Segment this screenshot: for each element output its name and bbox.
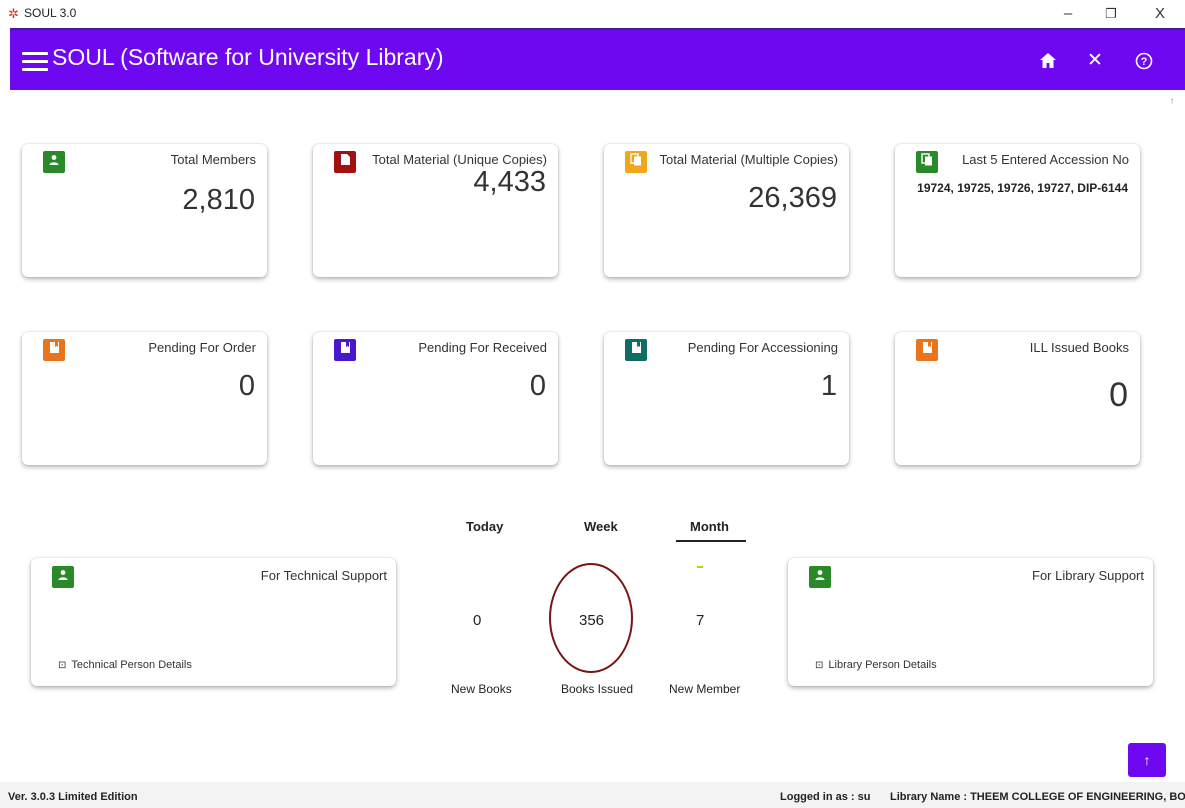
app-title: SOUL (Software for University Library) [52, 44, 444, 70]
logged-in-user: Logged in as : su [780, 791, 871, 803]
card-last-accession[interactable]: Last 5 Entered Accession No 19724, 19725… [895, 144, 1140, 277]
card-pending-accessioning[interactable]: Pending For Accessioning 1 [604, 332, 849, 465]
new-books-count: 0 [473, 612, 482, 629]
card-value: 0 [238, 370, 255, 402]
minimize-button[interactable]: – [1050, 2, 1086, 26]
card-label: Pending For Order [148, 340, 256, 355]
library-person-details-link[interactable]: ⊡ Library Person Details [815, 659, 937, 671]
card-pending-order[interactable]: Pending For Order 0 [22, 332, 267, 465]
card-total-members[interactable]: Total Members 2,810 [22, 144, 267, 277]
book-icon [334, 339, 356, 361]
home-icon[interactable] [1034, 47, 1062, 75]
status-bar: Ver. 3.0.3 Limited Edition Logged in as … [0, 782, 1185, 808]
window-titlebar: ✲ SOUL 3.0 – ❐ X [0, 0, 1185, 28]
member-icon [809, 566, 831, 588]
close-icon[interactable]: ✕ [1081, 47, 1109, 75]
svg-text:?: ? [1141, 56, 1148, 68]
book-icon [625, 339, 647, 361]
tab-today[interactable]: Today [466, 519, 503, 534]
card-total-material-unique[interactable]: Total Material (Unique Copies) 4,433 [313, 144, 558, 277]
card-value: 0 [529, 370, 546, 402]
card-ill-issued[interactable]: ILL Issued Books 0 [895, 332, 1140, 465]
app-header: SOUL (Software for University Library) ✕… [10, 28, 1185, 90]
new-member-label: New Member [669, 682, 741, 696]
details-icon: ⊡ [58, 660, 67, 671]
restore-button[interactable]: ❐ [1093, 2, 1129, 26]
help-icon[interactable]: ? [1130, 47, 1158, 75]
active-tab-indicator [676, 540, 746, 542]
card-total-material-multiple[interactable]: Total Material (Multiple Copies) 26,369 [604, 144, 849, 277]
tab-week[interactable]: Week [584, 519, 618, 534]
member-icon [52, 566, 74, 588]
card-label: Pending For Received [418, 340, 547, 355]
window-title: SOUL 3.0 [24, 6, 77, 20]
technical-person-details-link[interactable]: ⊡ Technical Person Details [58, 659, 192, 671]
support-label: For Technical Support [260, 568, 387, 583]
new-books-label: New Books [451, 682, 512, 696]
menu-icon[interactable] [22, 52, 48, 71]
card-label: Total Material (Unique Copies) [372, 152, 547, 167]
app-logo-icon: ✲ [8, 6, 19, 21]
card-value: 2,810 [182, 184, 255, 216]
details-icon: ⊡ [815, 660, 824, 671]
book-icon [916, 339, 938, 361]
month-indicator [697, 566, 703, 568]
member-icon [43, 151, 65, 173]
card-value: 0 [1109, 376, 1128, 414]
card-label: ILL Issued Books [1029, 340, 1129, 355]
books-issued-count: 356 [579, 612, 605, 629]
scroll-up-icon[interactable]: ↑ [1166, 96, 1178, 108]
new-member-count: 7 [696, 612, 705, 629]
card-label: Last 5 Entered Accession No [962, 152, 1129, 167]
copies-icon [625, 151, 647, 173]
copies-icon [916, 151, 938, 173]
card-label: Pending For Accessioning [687, 340, 838, 355]
card-label: Total Members [170, 152, 256, 167]
technical-support-card: For Technical Support ⊡ Technical Person … [31, 558, 396, 686]
library-support-card: For Library Support ⊡ Library Person Deta… [788, 558, 1153, 686]
card-pending-received[interactable]: Pending For Received 0 [313, 332, 558, 465]
card-value: 26,369 [748, 182, 837, 214]
close-window-button[interactable]: X [1142, 2, 1178, 26]
version-text: Ver. 3.0.3 Limited Edition [8, 791, 138, 803]
book-icon [43, 339, 65, 361]
card-label: Total Material (Multiple Copies) [659, 152, 838, 167]
card-value: 4,433 [473, 166, 546, 198]
card-value: 1 [820, 370, 837, 402]
scroll-to-top-button[interactable]: ↑ [1128, 743, 1166, 777]
document-icon [334, 151, 356, 173]
library-name: Library Name : THEEM COLLEGE OF ENGINEER… [890, 791, 1185, 803]
support-label: For Library Support [1032, 568, 1144, 583]
card-value: 19724, 19725, 19726, 19727, DIP-6144 [917, 181, 1128, 195]
books-issued-label: Books Issued [561, 682, 634, 696]
tab-month[interactable]: Month [690, 519, 729, 534]
